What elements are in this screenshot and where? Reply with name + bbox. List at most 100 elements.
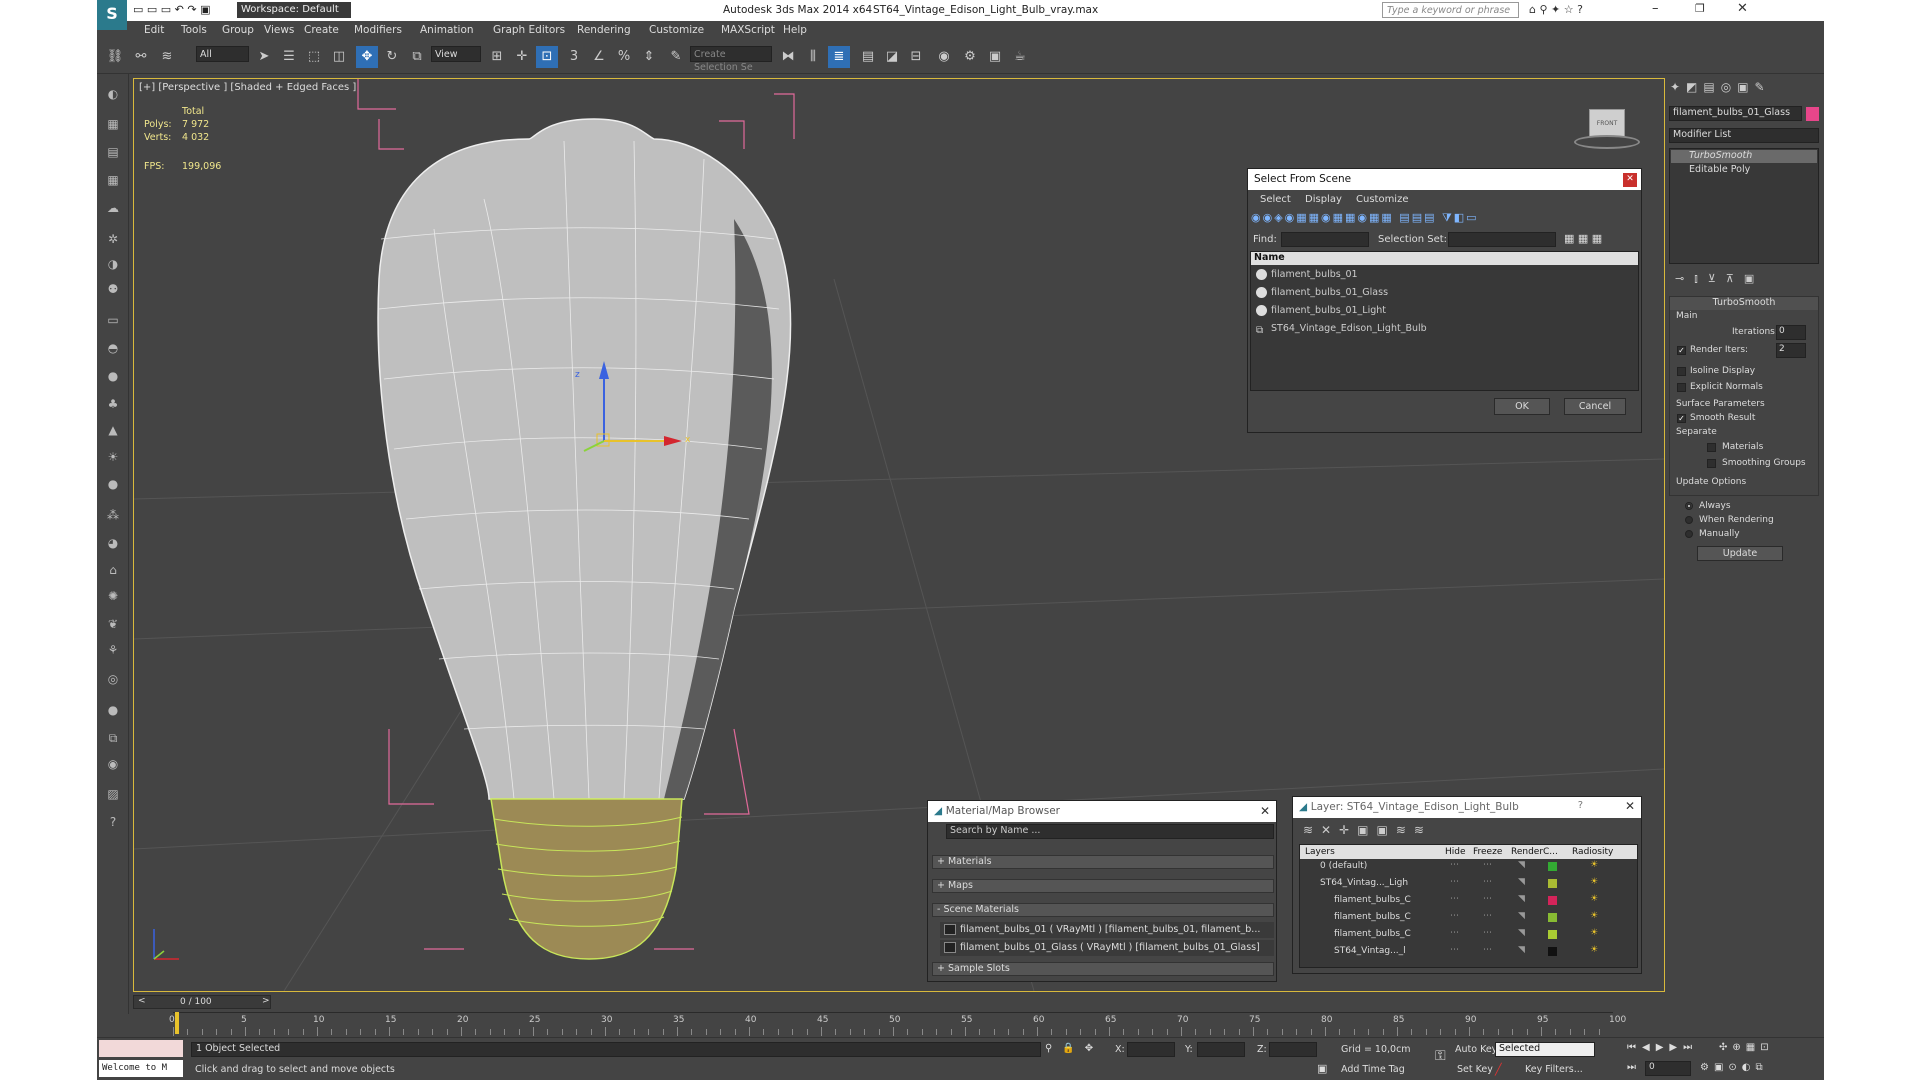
explicit-normals-checkbox[interactable]	[1677, 383, 1686, 392]
layer-render-toggle[interactable]: ◥	[1518, 860, 1525, 870]
selection-filter-dropdown[interactable]: All	[196, 46, 249, 62]
isoline-checkbox[interactable]	[1677, 367, 1686, 376]
object-name-field[interactable]: filament_bulbs_01_Glass	[1669, 106, 1802, 121]
layer-hide-toggle[interactable]: ⋯	[1450, 894, 1459, 904]
radiosity-icon[interactable]: ☀	[1590, 945, 1598, 955]
schematic-view-icon[interactable]: ⊟	[905, 46, 927, 68]
menu-help[interactable]: Help	[783, 24, 807, 36]
layer-hide-toggle[interactable]: ⋯	[1450, 877, 1459, 887]
viewcube-ring[interactable]	[1574, 135, 1640, 149]
menu-group[interactable]: Group	[222, 24, 254, 36]
z-coordinate[interactable]	[1269, 1042, 1317, 1057]
filter-icon-row[interactable]: ◉◉◈◉▦▦◉▦▦◉▦▦ ▤▤▤ ⧩◧▭	[1251, 211, 1637, 229]
named-selection-dropdown[interactable]: Create Selection Se	[690, 46, 772, 73]
time-slider[interactable]: < 0 / 100 >	[133, 995, 271, 1009]
viewport-nav-icons[interactable]: ✣⊕▦⊡	[1719, 1042, 1774, 1053]
layer-color-swatch[interactable]	[1548, 947, 1557, 956]
tool-icon-5[interactable]: ☁	[102, 198, 124, 218]
x-coordinate[interactable]	[1127, 1042, 1175, 1057]
window-crossing-icon[interactable]: ◫	[328, 46, 350, 68]
close-icon[interactable]: ✕	[1260, 804, 1270, 818]
rendered-frame-icon[interactable]: ▣	[984, 46, 1006, 68]
object-color-swatch[interactable]	[1806, 107, 1819, 121]
cone-icon[interactable]: ▲	[102, 420, 124, 440]
render-iters-spinner[interactable]: 2	[1776, 343, 1806, 358]
selset-tool-icons[interactable]: ▦ ▦ ▦	[1564, 232, 1602, 245]
menu-select[interactable]: Select	[1260, 194, 1291, 205]
current-frame-field[interactable]: 0	[1645, 1061, 1691, 1076]
stack-tool-icons[interactable]: ⊸⫾⊻⊼▣	[1675, 272, 1764, 286]
find-input[interactable]	[1281, 232, 1369, 247]
layer-hide-toggle[interactable]: ⋯	[1450, 945, 1459, 955]
layer-color-swatch[interactable]	[1548, 896, 1557, 905]
layer-render-toggle[interactable]: ◥	[1518, 911, 1525, 921]
search-input[interactable]: Type a keyword or phrase	[1382, 2, 1519, 18]
time-tag-icon[interactable]: ▣	[1317, 1062, 1327, 1075]
layer-freeze-toggle[interactable]: ⋯	[1483, 860, 1492, 870]
col-freeze[interactable]: Freeze	[1473, 847, 1502, 857]
maxscript-mini-listener[interactable]: Welcome to M	[99, 1060, 183, 1077]
tool-icon-18[interactable]: ◉	[102, 754, 124, 774]
select-dialog-titlebar[interactable]: Select From Scene	[1248, 169, 1641, 190]
always-radio[interactable]	[1685, 502, 1693, 510]
layer-row[interactable]: ST64_Vintag..._l ⋯ ⋯ ◥ ☀	[1300, 945, 1637, 959]
tool-icon-14[interactable]: ⚘	[102, 640, 124, 660]
spinner-snap-icon[interactable]: ⇕	[638, 46, 660, 68]
col-radiosity[interactable]: Radiosity	[1572, 847, 1613, 857]
list-item[interactable]: filament_bulbs_01_Glass	[1253, 284, 1636, 302]
sample-slots-section[interactable]: + Sample Slots	[932, 962, 1274, 976]
rollout-title[interactable]: TurboSmooth	[1670, 297, 1818, 310]
maps-section[interactable]: + Maps	[932, 879, 1274, 893]
layer-row[interactable]: ST64_Vintag..._Ligh ⋯ ⋯ ◥ ☀	[1300, 877, 1637, 891]
key-icon[interactable]: ⚿	[1435, 1048, 1446, 1064]
select-by-name-icon[interactable]: ☰	[278, 46, 300, 68]
viewport-nav-icons-2[interactable]: ⚙▣⊙◐⧉	[1700, 1062, 1768, 1073]
menu-modifiers[interactable]: Modifiers	[354, 24, 402, 36]
render-setup-icon[interactable]: ⚙	[959, 46, 981, 68]
key-mode-dropdown[interactable]: Selected	[1495, 1042, 1595, 1057]
timeline-track[interactable]: 0 5 10 15 20 25 30 35 40 45 50 55 60 65 70 75 80 85 90 95 10…	[169, 1012, 1626, 1036]
ok-button[interactable]: OK	[1494, 398, 1550, 415]
menu-customize[interactable]: Customize	[1356, 194, 1409, 205]
maxscript-listener[interactable]	[99, 1040, 183, 1057]
mirror-icon[interactable]: ⧓	[777, 46, 799, 68]
tool-icon-6[interactable]: ✲	[102, 229, 124, 249]
infocenter-icons[interactable]: ⌂ ⚲ ✦ ☆ ?	[1529, 3, 1583, 16]
layer-hide-toggle[interactable]: ⋯	[1450, 928, 1459, 938]
close-icon[interactable]: ✕	[1737, 1, 1748, 16]
edit-named-selection-icon[interactable]: ✎	[665, 46, 687, 68]
disc-icon[interactable]: ●	[102, 474, 124, 494]
layer-tool-icons[interactable]: ≋✕✛▣▣≋≋	[1303, 823, 1432, 837]
layer-row[interactable]: filament_bulbs_C ⋯ ⋯ ◥ ☀	[1300, 894, 1637, 908]
layer-color-swatch[interactable]	[1548, 930, 1557, 939]
tool-icon-8[interactable]: ⚉	[102, 279, 124, 299]
align-icon[interactable]: ⫼	[802, 46, 824, 68]
iterations-spinner[interactable]: 0	[1776, 325, 1806, 340]
select-scale-icon[interactable]: ⧉	[406, 46, 428, 68]
material-browser-titlebar[interactable]: ◢ Material/Map Browser	[928, 801, 1276, 822]
layer-render-toggle[interactable]: ◥	[1518, 945, 1525, 955]
time-cursor[interactable]	[175, 1012, 179, 1034]
angle-snap-icon[interactable]: ∠	[588, 46, 610, 68]
percent-snap-icon[interactable]: %	[613, 46, 635, 68]
layer-freeze-toggle[interactable]: ⋯	[1483, 911, 1492, 921]
add-time-tag[interactable]: Add Time Tag	[1341, 1064, 1405, 1075]
layer-dialog-titlebar[interactable]: ◢ Layer: ST64_Vintage_Edison_Light_Bulb	[1293, 797, 1641, 818]
stack-item-turbosmooth[interactable]: TurboSmooth	[1671, 150, 1817, 163]
sphere-icon[interactable]: ●	[102, 366, 124, 386]
layer-freeze-toggle[interactable]: ⋯	[1483, 928, 1492, 938]
plant-icon[interactable]: ♣	[102, 394, 124, 414]
graphite-tools-icon[interactable]: ▤	[857, 46, 879, 68]
tool-icon-15[interactable]: ◎	[102, 669, 124, 689]
tool-icon-3[interactable]: ▤	[102, 142, 124, 162]
manually-radio[interactable]	[1685, 530, 1693, 538]
command-panel-tabs[interactable]: ✦◩▤◎▣✎	[1670, 80, 1771, 94]
help-icon[interactable]: ?	[1578, 800, 1583, 811]
select-move-icon[interactable]: ✥	[356, 46, 378, 68]
select-object-icon[interactable]: ➤	[253, 46, 275, 68]
key-mode-icon[interactable]: ⏭	[1627, 1062, 1636, 1073]
name-column-header[interactable]: Name	[1251, 252, 1638, 265]
box-icon[interactable]: ▭	[102, 310, 124, 330]
search-input[interactable]: Search by Name ...	[946, 824, 1274, 839]
tool-icon-19[interactable]: ▨	[102, 784, 124, 804]
